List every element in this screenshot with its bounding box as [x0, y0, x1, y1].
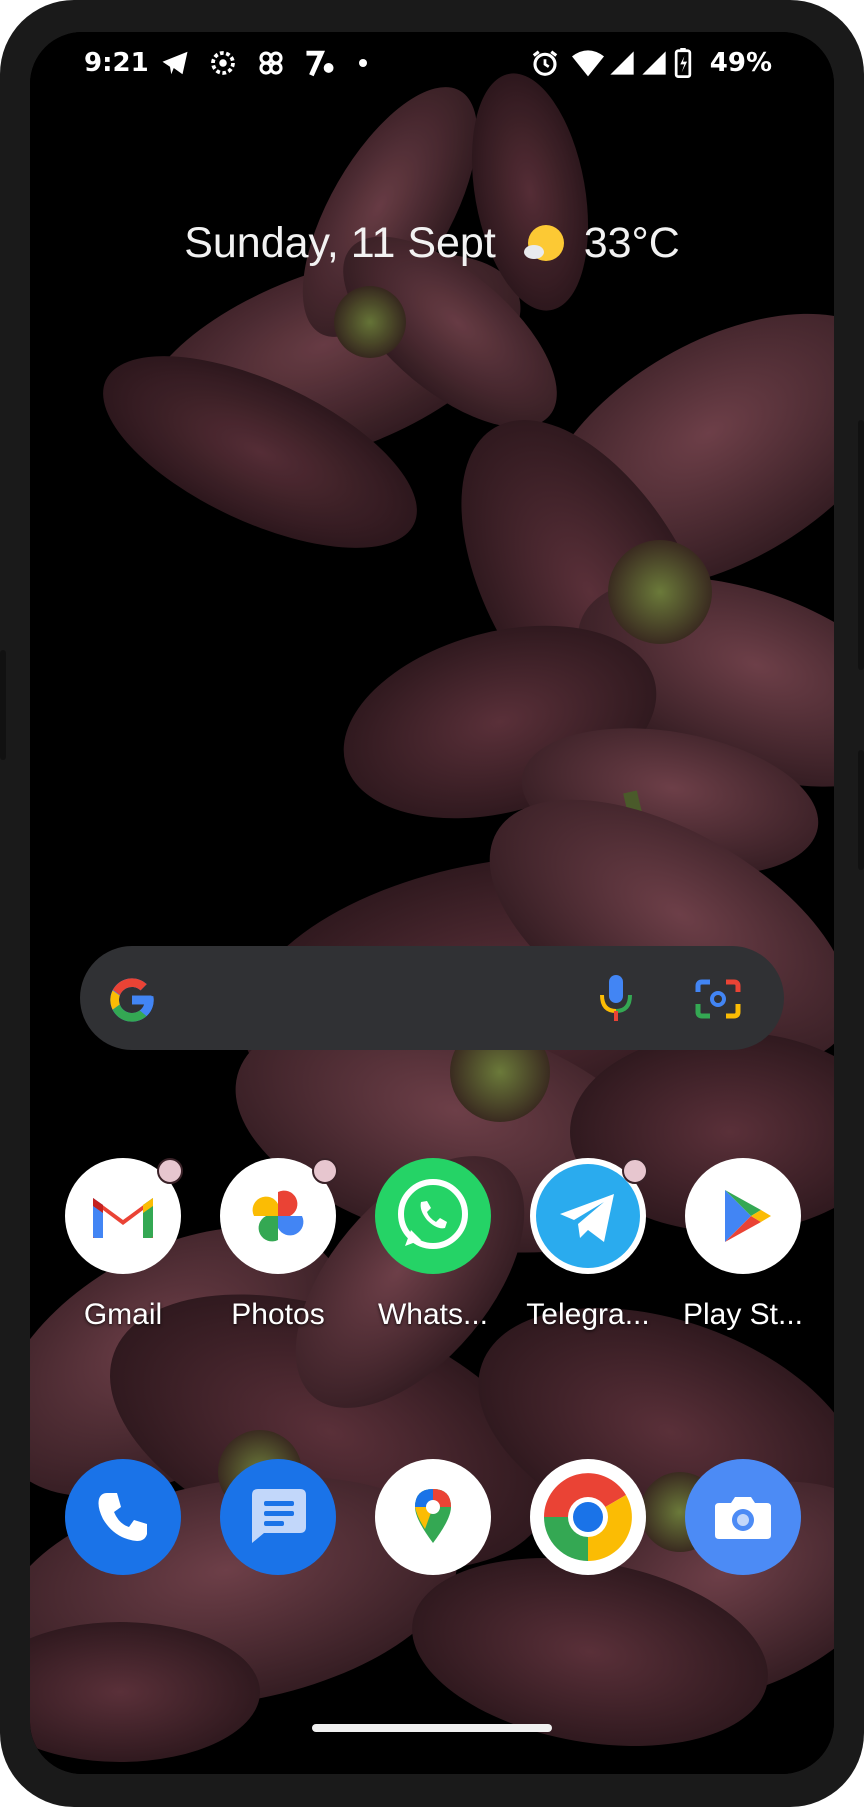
play-store-icon[interactable]: [685, 1158, 801, 1274]
dock-maps[interactable]: [358, 1459, 508, 1575]
telegram-icon[interactable]: [530, 1158, 648, 1274]
app-label: Gmail: [83, 1298, 163, 1331]
camera-icon[interactable]: [685, 1459, 801, 1575]
volume-button: [858, 750, 864, 870]
google-search-bar[interactable]: [80, 946, 784, 1050]
gmail-icon[interactable]: [65, 1158, 183, 1274]
home-screen: 9:21 49% Sunday, 11 Sept 33°C Gmail Phot…: [30, 32, 834, 1774]
app-photos[interactable]: Photos: [203, 1158, 353, 1332]
signal-icon: [610, 51, 634, 75]
telegram-icon: [162, 51, 188, 75]
dock-camera[interactable]: [668, 1459, 818, 1575]
at-a-glance[interactable]: Sunday, 11 Sept 33°C: [30, 217, 834, 268]
app-label: Telegra...: [526, 1298, 650, 1331]
messages-icon[interactable]: [220, 1459, 336, 1575]
status-time: 9:21: [84, 48, 149, 78]
news-icon: [306, 50, 334, 77]
chrome-icon[interactable]: [530, 1459, 646, 1575]
power-button: [858, 420, 864, 670]
side-button-left: [0, 650, 6, 760]
lens-icon[interactable]: [694, 976, 742, 1020]
microphone-icon[interactable]: [598, 973, 634, 1023]
maps-icon[interactable]: [375, 1459, 491, 1575]
app-telegram[interactable]: Telegra...: [513, 1158, 663, 1332]
dot-icon: [359, 59, 367, 67]
date-text[interactable]: Sunday, 11 Sept: [184, 219, 496, 267]
app-play-store[interactable]: Play St...: [668, 1158, 818, 1332]
dock-phone[interactable]: [48, 1459, 198, 1575]
dock-chrome[interactable]: [513, 1459, 663, 1575]
wifi-icon: [572, 50, 604, 77]
app-label: Whats...: [377, 1298, 489, 1331]
battery-percent: 49%: [709, 48, 772, 78]
phone-frame: 9:21 49% Sunday, 11 Sept 33°C Gmail Phot…: [0, 0, 864, 1807]
temperature-text[interactable]: 33°C: [584, 219, 680, 267]
notification-badge: [157, 1158, 183, 1184]
google-icon[interactable]: [106, 974, 158, 1026]
notification-badge: [312, 1158, 338, 1184]
status-bar[interactable]: 9:21 49%: [30, 32, 834, 96]
app-label: Photos: [231, 1298, 325, 1331]
app-whatsapp[interactable]: Whats...: [358, 1158, 508, 1332]
pinwheel-icon: [259, 51, 283, 75]
settings-icon: [211, 51, 235, 75]
signal-icon: [642, 51, 666, 75]
app-gmail[interactable]: Gmail: [48, 1158, 198, 1332]
gesture-nav-handle[interactable]: [312, 1724, 552, 1732]
phone-icon[interactable]: [65, 1459, 181, 1575]
alarm-icon: [532, 50, 558, 76]
photos-icon[interactable]: [220, 1158, 338, 1274]
sunny-icon: [523, 224, 564, 261]
battery-icon: [674, 48, 692, 78]
app-label: Play St...: [682, 1298, 804, 1331]
whatsapp-icon[interactable]: [375, 1158, 491, 1274]
notification-badge: [622, 1158, 648, 1184]
dock-messages[interactable]: [203, 1459, 353, 1575]
